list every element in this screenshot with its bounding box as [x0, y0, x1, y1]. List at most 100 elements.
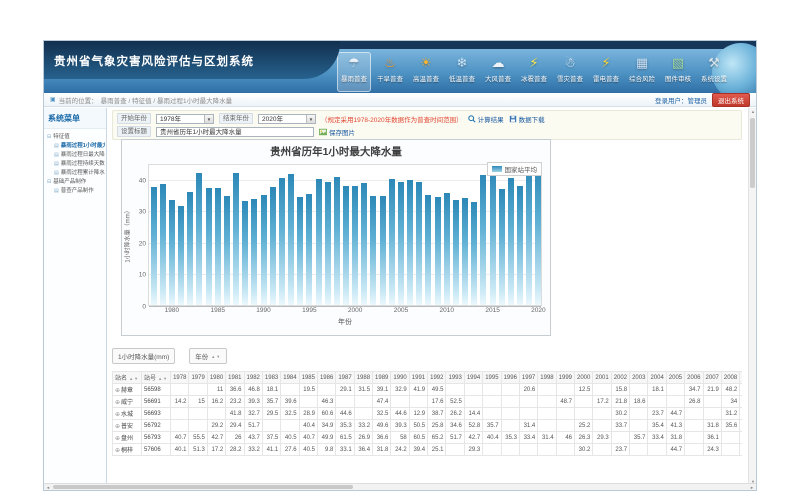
year-column-header[interactable]: 1994 — [464, 372, 482, 384]
year-column-header[interactable]: 1989 — [373, 372, 391, 384]
year-column-header[interactable]: 2002 — [611, 372, 629, 384]
pivot-column-field[interactable]: 年份 ▲▼ — [189, 348, 227, 364]
value-cell: 36.4 — [354, 444, 372, 456]
year-column-header[interactable]: 1986 — [317, 372, 335, 384]
expand-row-icon[interactable]: ⊕ — [115, 436, 120, 442]
year-column-header[interactable]: 1991 — [409, 372, 427, 384]
year-column-header[interactable]: 1992 — [428, 372, 446, 384]
year-column-header[interactable]: 1979 — [189, 372, 207, 384]
year-column-header[interactable]: 1987 — [336, 372, 354, 384]
year-column-header[interactable]: 1984 — [281, 372, 299, 384]
year-column-header[interactable]: 1990 — [391, 372, 409, 384]
sidebar-item-label: 暴雨过程日最大降水量 — [61, 151, 105, 160]
vertical-scrollbar[interactable]: ▲ ▼ — [748, 108, 756, 485]
logout-button[interactable]: 退出系统 — [712, 93, 750, 107]
vertical-scrollbar-thumb[interactable] — [750, 118, 755, 188]
bar — [224, 196, 230, 305]
year-column-header[interactable]: 2004 — [648, 372, 666, 384]
expand-row-icon[interactable]: ⊕ — [115, 412, 120, 418]
year-column-header[interactable]: 1997 — [519, 372, 537, 384]
year-column-header[interactable]: 1983 — [262, 372, 280, 384]
end-year-select[interactable]: 2020年 ▼ — [258, 114, 316, 124]
expand-row-icon[interactable]: ⊕ — [115, 388, 120, 394]
sidebar: 系统菜单 ⊟特征值▤暴雨过程1小时最大降水量▤暴雨过程日最大降水量▤暴雨过程持续… — [44, 108, 107, 485]
horizontal-scrollbar-thumb[interactable] — [53, 485, 353, 489]
tree-collapse-icon[interactable]: ⊟ — [47, 178, 51, 187]
value-cell: 41.1 — [262, 444, 280, 456]
value-cell — [391, 396, 409, 408]
expand-row-icon[interactable]: ⊕ — [115, 424, 120, 430]
year-column-header[interactable]: 1981 — [226, 372, 244, 384]
column-header-station-id[interactable]: 站号 ▲▼ — [142, 372, 171, 384]
year-column-header[interactable]: 1985 — [299, 372, 317, 384]
value-cell — [354, 396, 372, 408]
nav-item-lightning[interactable]: ⚡雷电普查 — [589, 52, 623, 92]
value-cell — [281, 384, 299, 396]
expand-row-icon[interactable]: ⊕ — [115, 400, 120, 406]
nav-item-system-settings[interactable]: ⚒系统设置 — [697, 52, 731, 92]
nav-item-high-temp[interactable]: ☀高温普查 — [409, 52, 443, 92]
sidebar-item[interactable]: ▤暴雨过程持续天数 — [45, 160, 105, 169]
nav-item-map-review[interactable]: ▧图件审核 — [661, 52, 695, 92]
nav-item-label: 低温普查 — [449, 73, 475, 83]
start-year-select[interactable]: 1978年 ▼ — [156, 114, 214, 124]
year-column-header[interactable]: 2006 — [685, 372, 703, 384]
year-column-header[interactable]: 1996 — [501, 372, 519, 384]
chevron-down-icon[interactable]: ▼ — [306, 115, 315, 123]
bar — [352, 186, 358, 305]
column-header-station-name[interactable]: 站名 ▲▼ — [113, 372, 142, 384]
year-column-header[interactable]: 2009 — [740, 372, 742, 384]
expand-row-icon[interactable]: ⊕ — [115, 448, 120, 454]
calculate-button[interactable]: 计算结果 — [468, 114, 504, 124]
nav-item-rainstorm[interactable]: ☂暴雨普查 — [337, 52, 371, 92]
set-title-label: 设置标题 — [117, 126, 151, 137]
calculator-icon: ▦ — [636, 55, 648, 71]
year-column-header[interactable]: 2000 — [575, 372, 593, 384]
year-column-header[interactable]: 2007 — [703, 372, 721, 384]
download-button[interactable]: 数据下载 — [509, 114, 545, 124]
year-column-header[interactable]: 1988 — [354, 372, 372, 384]
sort-icons[interactable]: ▲▼ — [211, 354, 221, 359]
year-column-header[interactable]: 2003 — [630, 372, 648, 384]
save-image-button[interactable]: 保存图片 — [319, 127, 355, 137]
value-cell: 58 — [391, 432, 409, 444]
sidebar-item[interactable]: ▤暴雨过程1小时最大降水量 — [45, 142, 105, 151]
sidebar-item[interactable]: ▤普查产品制作 — [45, 187, 105, 196]
year-column-header[interactable]: 1999 — [556, 372, 574, 384]
pivot-measure[interactable]: 1小时降水量(mm) — [112, 348, 175, 364]
year-column-header[interactable]: 1982 — [244, 372, 262, 384]
sort-icons[interactable]: ▲▼ — [127, 376, 139, 381]
station-name-cell: ⊕赫章 — [113, 384, 142, 396]
tree-collapse-icon[interactable]: ⊟ — [47, 133, 51, 142]
nav-item-low-temp[interactable]: ❄低温普查 — [445, 52, 479, 92]
scroll-left-icon[interactable]: ◄ — [44, 484, 52, 491]
year-column-header[interactable]: 2008 — [721, 372, 739, 384]
scroll-right-icon[interactable]: ► — [748, 484, 756, 491]
breadcrumb: ▣ 当前的位置： 暴雨普查 / 特征值 / 暴雨过程1小时最大降水量 — [50, 95, 232, 105]
scroll-up-icon[interactable]: ▲ — [749, 108, 757, 115]
bar — [416, 182, 422, 305]
nav-item-hail[interactable]: ⚡冰雹普查 — [517, 52, 551, 92]
chart-title-input[interactable]: 贵州省历年1小时最大降水量 — [156, 127, 314, 137]
year-column-header[interactable]: 1998 — [538, 372, 556, 384]
sidebar-item[interactable]: ⊟特征值 — [45, 133, 105, 142]
chart-legend[interactable]: 国家站平均 — [487, 162, 543, 176]
nav-item-drought[interactable]: ♨干旱普查 — [373, 52, 407, 92]
year-column-header[interactable]: 1993 — [446, 372, 464, 384]
value-cell — [593, 444, 611, 456]
sidebar-item[interactable]: ▤暴雨过程日最大降水量 — [45, 151, 105, 160]
nav-item-label: 系统设置 — [701, 73, 727, 83]
sidebar-item[interactable]: ⊟基础产品制作 — [45, 178, 105, 187]
year-column-header[interactable]: 2005 — [666, 372, 684, 384]
sort-icons[interactable]: ▲▼ — [156, 376, 168, 381]
nav-item-wind[interactable]: ☁大风普查 — [481, 52, 515, 92]
horizontal-scrollbar[interactable]: ◄ ► — [44, 483, 756, 490]
year-column-header[interactable]: 1978 — [171, 372, 189, 384]
nav-item-comprehensive-risk[interactable]: ▦综合风险 — [625, 52, 659, 92]
chevron-down-icon[interactable]: ▼ — [204, 115, 213, 123]
year-column-header[interactable]: 2001 — [593, 372, 611, 384]
year-column-header[interactable]: 1995 — [483, 372, 501, 384]
sidebar-item[interactable]: ▤暴雨过程累计降水量 — [45, 169, 105, 178]
nav-item-snow[interactable]: ☃雪灾普查 — [553, 52, 587, 92]
year-column-header[interactable]: 1980 — [207, 372, 225, 384]
